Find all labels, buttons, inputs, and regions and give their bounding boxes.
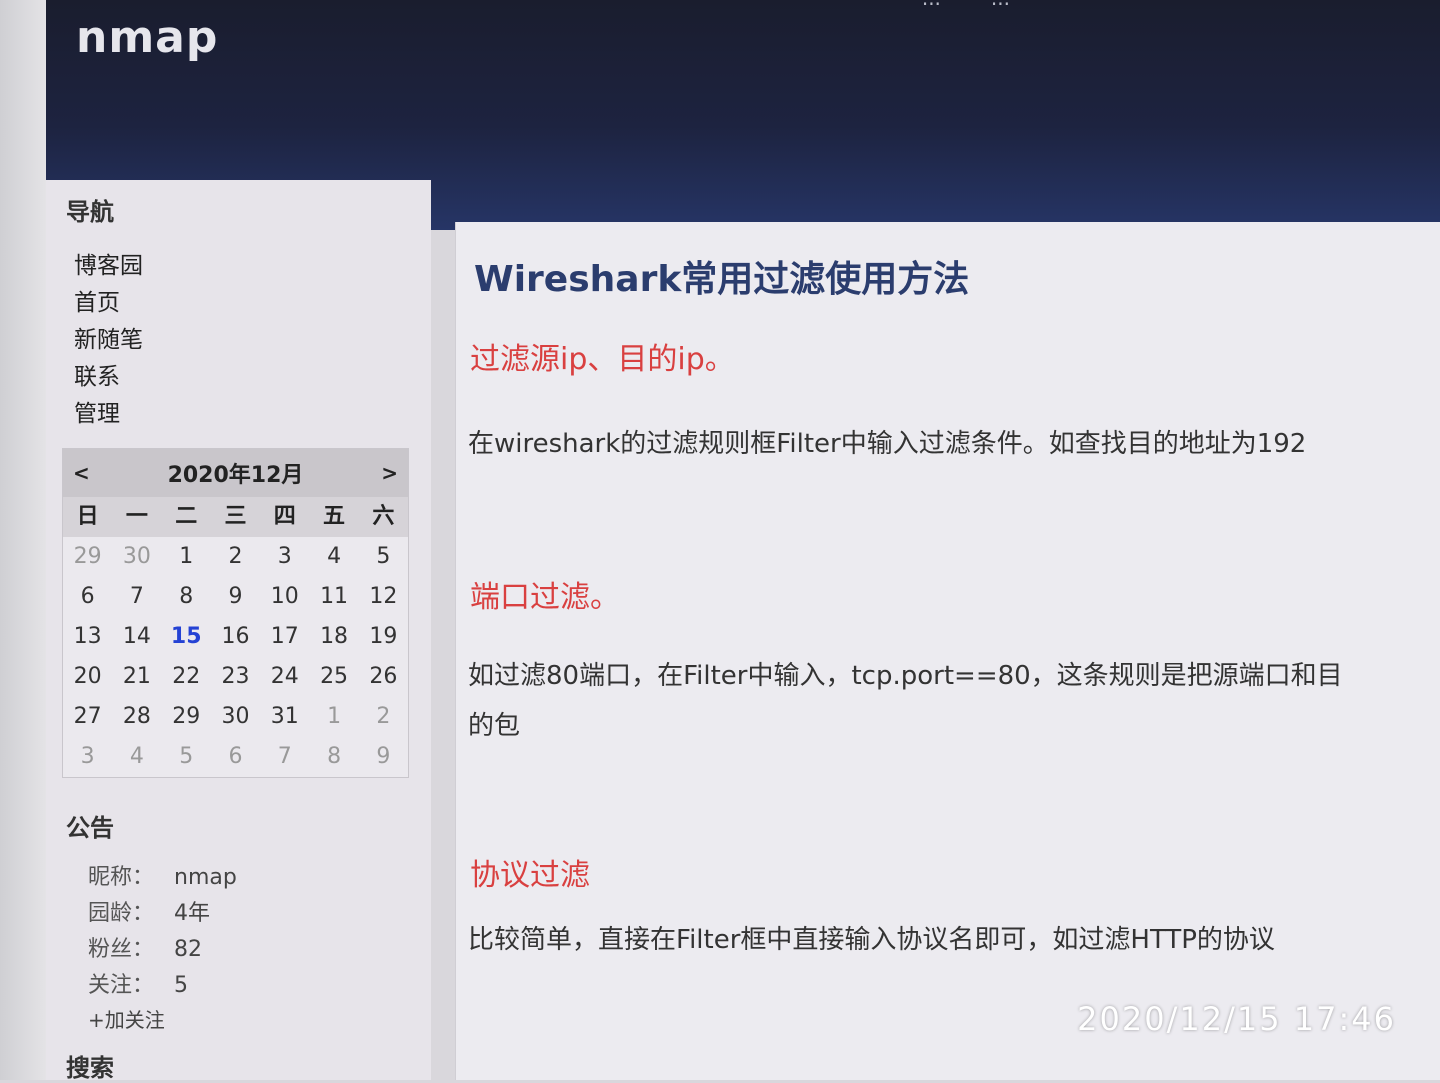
- calendar-day[interactable]: 13: [63, 617, 112, 657]
- profile-value[interactable]: 5: [174, 968, 188, 1004]
- calendar-day[interactable]: 9: [211, 577, 260, 617]
- calendar-day[interactable]: 7: [260, 737, 309, 777]
- profile-label: 园龄：: [88, 901, 155, 926]
- profile-value[interactable]: 4年: [174, 896, 210, 932]
- calendar-day[interactable]: 18: [309, 617, 358, 657]
- section-heading-protocol: 协议过滤: [470, 858, 590, 893]
- calendar-day[interactable]: 30: [112, 537, 161, 577]
- profile-label: 关注：: [88, 973, 155, 998]
- monitor-bezel: [0, 0, 46, 1080]
- nav-heading: 导航: [66, 198, 114, 226]
- calendar-day[interactable]: 25: [309, 657, 358, 697]
- nav-item-home[interactable]: 首页: [74, 285, 143, 322]
- section-paragraph: 比较简单，直接在Filter框中直接输入协议名即可，如过滤HTTP的协议: [468, 925, 1275, 955]
- calendar-day[interactable]: 8: [162, 577, 211, 617]
- nav-item-manage[interactable]: 管理: [74, 396, 143, 433]
- weekday-header: 六: [358, 497, 408, 537]
- next-month-icon[interactable]: >: [381, 461, 398, 485]
- profile-label: 粉丝：: [88, 937, 155, 962]
- blog-title[interactable]: nmap: [76, 12, 218, 63]
- nav-item-cnblogs[interactable]: 博客园: [74, 248, 143, 285]
- calendar-day[interactable]: 31: [260, 697, 309, 737]
- calendar-day[interactable]: 26: [359, 657, 408, 697]
- calendar-day[interactable]: 10: [260, 577, 309, 617]
- calendar-day[interactable]: 14: [112, 617, 161, 657]
- nav-item-new-post[interactable]: 新随笔: [74, 322, 143, 359]
- profile-fans: 粉丝： 82: [88, 932, 237, 968]
- nav-item-contact[interactable]: 联系: [74, 359, 143, 396]
- top-nav-item[interactable]: ...: [991, 0, 1010, 10]
- calendar-day[interactable]: 7: [112, 577, 161, 617]
- weekday-header: 五: [309, 497, 359, 537]
- weekday-header: 三: [210, 497, 261, 537]
- profile-label: 昵称：: [88, 865, 155, 890]
- post-title[interactable]: Wireshark常用过滤使用方法: [474, 250, 969, 302]
- search-heading: 搜索: [66, 1054, 114, 1082]
- calendar-month-label: 2020年12月: [167, 463, 304, 488]
- weekday-header: 四: [260, 497, 310, 537]
- calendar-day[interactable]: 19: [359, 617, 408, 657]
- calendar-day[interactable]: 24: [260, 657, 309, 697]
- section-paragraph: 如过滤80端口，在Filter中输入，tcp.port==80，这条规则是把源端…: [468, 661, 1343, 691]
- sidebar: 导航 博客园 首页 新随笔 联系 管理 < 2020年12月 > 日一二三四五六…: [46, 180, 431, 1082]
- calendar-day[interactable]: 6: [211, 737, 260, 777]
- profile-age: 园龄： 4年: [88, 896, 237, 932]
- weekday-header: 二: [161, 497, 211, 537]
- calendar-day[interactable]: 8: [309, 737, 358, 777]
- weekday-header: 日: [63, 497, 113, 537]
- weekday-header: 一: [112, 497, 162, 537]
- profile-value[interactable]: nmap: [174, 860, 237, 896]
- calendar-day[interactable]: 3: [260, 537, 309, 577]
- calendar-day[interactable]: 17: [260, 617, 309, 657]
- calendar-day[interactable]: 21: [112, 657, 161, 697]
- section-paragraph: 的包: [468, 711, 521, 741]
- calendar: < 2020年12月 > 日一二三四五六 29 30 1 2 3 4 5 6 7 8 9 10 11 12 1…: [62, 448, 409, 778]
- calendar-grid: 日一二三四五六 29 30 1 2 3 4 5 6 7 8 9 10 11 12 13 14 15 16 17 18 19…: [63, 497, 408, 777]
- calendar-day[interactable]: 15: [162, 617, 211, 657]
- calendar-day[interactable]: 1: [309, 697, 358, 737]
- calendar-day[interactable]: 6: [63, 577, 112, 617]
- section-heading-port: 端口过滤。: [470, 580, 620, 615]
- calendar-day[interactable]: 2: [359, 697, 408, 737]
- top-nav: ... ...: [922, 0, 1010, 10]
- calendar-day[interactable]: 22: [162, 657, 211, 697]
- calendar-day[interactable]: 11: [309, 577, 358, 617]
- photo-timestamp: 2020/12/15 17:46: [1077, 1000, 1396, 1038]
- calendar-day[interactable]: 4: [309, 537, 358, 577]
- calendar-day[interactable]: 9: [359, 737, 408, 777]
- calendar-day[interactable]: 16: [211, 617, 260, 657]
- profile-following: 关注： 5: [88, 968, 237, 1004]
- top-nav-item[interactable]: ...: [922, 0, 941, 10]
- section-paragraph: 在wireshark的过滤规则框Filter中输入过滤条件。如查找目的地址为19…: [468, 429, 1307, 459]
- calendar-day[interactable]: 5: [162, 737, 211, 777]
- prev-month-icon[interactable]: <: [73, 461, 90, 485]
- calendar-day[interactable]: 28: [112, 697, 161, 737]
- calendar-day[interactable]: 27: [63, 697, 112, 737]
- calendar-day[interactable]: 20: [63, 657, 112, 697]
- notice-heading: 公告: [66, 814, 114, 842]
- post-content: Wireshark常用过滤使用方法 过滤源ip、目的ip。 在wireshark…: [455, 222, 1440, 1080]
- profile-value[interactable]: 82: [174, 932, 202, 968]
- follow-button[interactable]: +加关注: [88, 1004, 237, 1033]
- calendar-day[interactable]: 5: [359, 537, 408, 577]
- calendar-day[interactable]: 29: [63, 537, 112, 577]
- calendar-header: < 2020年12月 >: [63, 449, 408, 497]
- section-heading-ip: 过滤源ip、目的ip。: [470, 342, 735, 377]
- calendar-day[interactable]: 12: [359, 577, 408, 617]
- calendar-day[interactable]: 3: [63, 737, 112, 777]
- calendar-day[interactable]: 30: [211, 697, 260, 737]
- calendar-day[interactable]: 29: [162, 697, 211, 737]
- profile-info: 昵称： nmap 园龄： 4年 粉丝： 82 关注： 5 +加关注: [88, 860, 237, 1033]
- calendar-day[interactable]: 1: [162, 537, 211, 577]
- profile-nickname: 昵称： nmap: [88, 860, 237, 896]
- calendar-day[interactable]: 4: [112, 737, 161, 777]
- calendar-day[interactable]: 2: [211, 537, 260, 577]
- nav-list: 博客园 首页 新随笔 联系 管理: [74, 248, 143, 433]
- calendar-day[interactable]: 23: [211, 657, 260, 697]
